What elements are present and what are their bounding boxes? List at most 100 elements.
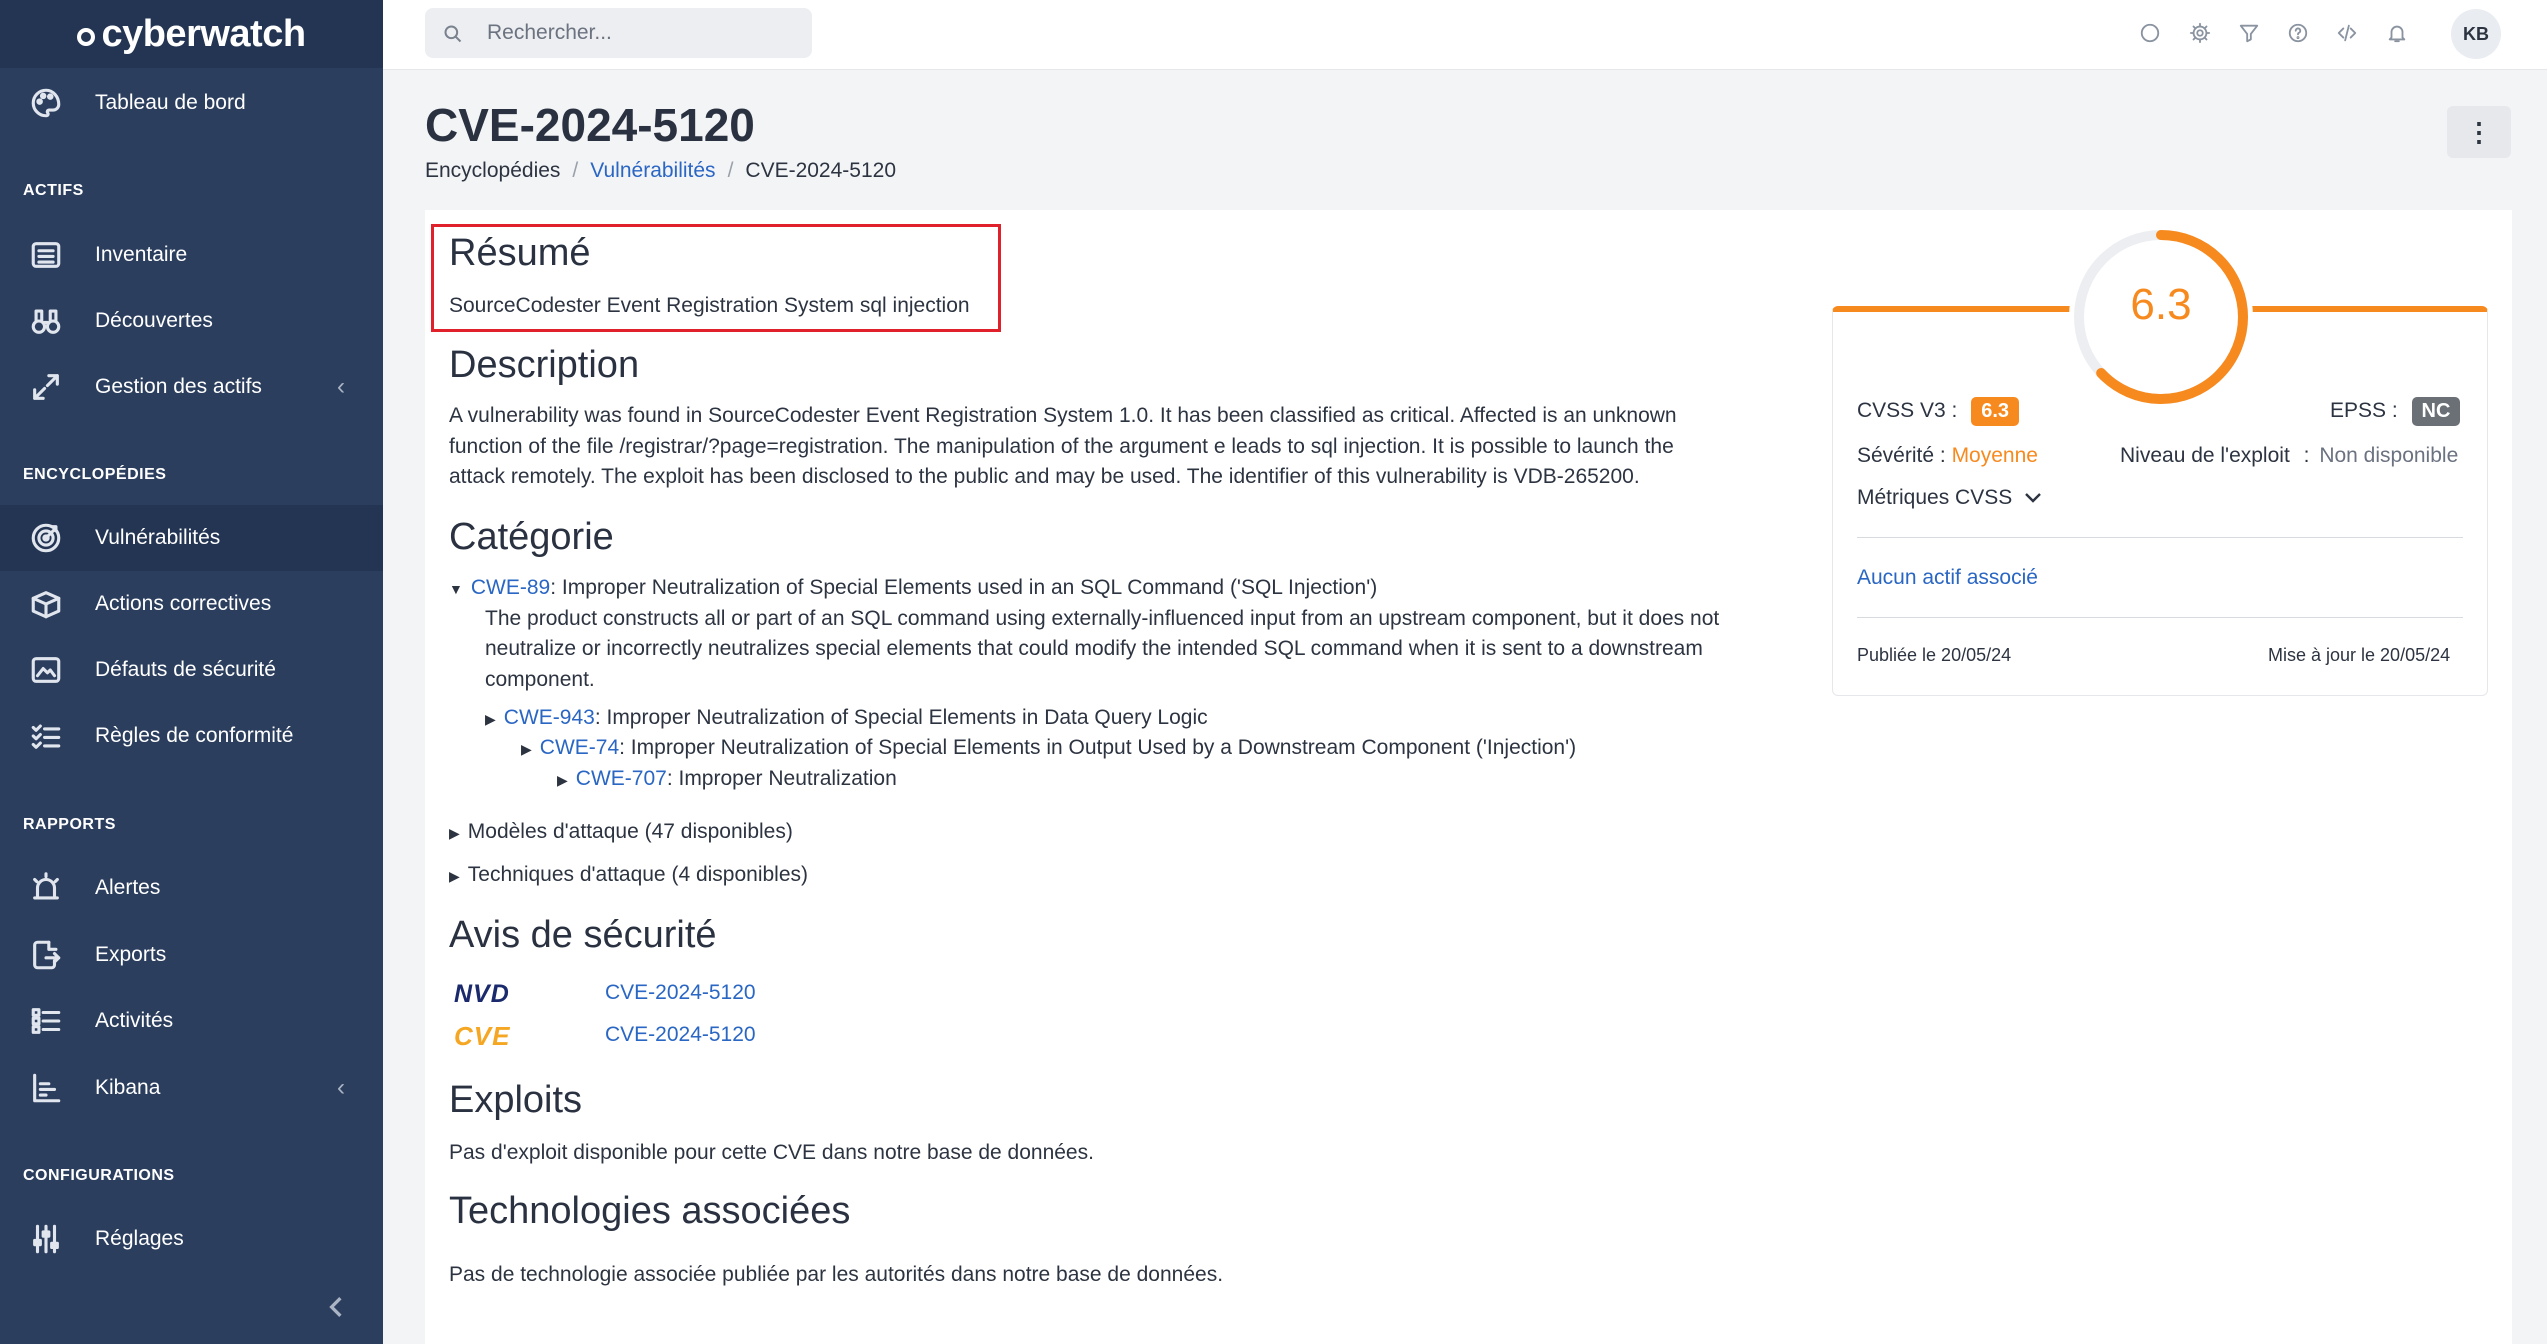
avis-heading: Avis de sécurité <box>449 914 717 956</box>
sidebar-item-label: Règles de conformité <box>95 724 294 747</box>
sidebar-item-label: Activités <box>95 1009 174 1032</box>
filter-icon[interactable] <box>2236 20 2262 46</box>
cvss-label: CVSS V3 : <box>1857 399 1958 422</box>
cwe-name: : Improper Neutralization of Special Ele… <box>594 706 1208 729</box>
breadcrumb-link[interactable]: Vulnérabilités <box>590 159 715 183</box>
nvd-advisory-link[interactable]: CVE-2024-5120 <box>605 981 756 1005</box>
description-line: function of the file /registrar/?page=re… <box>449 435 1674 458</box>
updated-date: Mise à jour le 20/05/24 <box>2268 645 2451 665</box>
kebab-icon: ⋮ <box>2466 117 2492 147</box>
code-icon[interactable] <box>2334 20 2360 46</box>
chevron-left-icon: ‹ <box>337 1074 345 1101</box>
cyberwatch-logo[interactable]: cyberwatch <box>0 0 383 68</box>
cwe-description-line: component. <box>485 668 595 691</box>
tasks-icon <box>28 1003 64 1039</box>
exploit-level-value: Non disponible <box>2319 444 2459 467</box>
cwe-link[interactable]: CWE-707 <box>576 767 667 790</box>
description-line: A vulnerability was found in SourceCodes… <box>449 404 1677 427</box>
cwe-tree-item[interactable]: ▶ CWE-943: Improper Neutralization of Spe… <box>485 706 1208 730</box>
caret-down-icon: ▼ <box>449 581 463 597</box>
cwe-link[interactable]: CWE-943 <box>504 706 595 729</box>
section-configurations: CONFIGURATIONS <box>23 1167 175 1184</box>
sidebar-item-alertes[interactable]: Alertes <box>0 855 383 921</box>
sidebar-item-activites[interactable]: Activités <box>0 988 383 1054</box>
metriques-cvss-toggle[interactable]: Métriques CVSS <box>1857 486 2042 510</box>
section-rapports: RAPPORTS <box>23 816 116 833</box>
search-box[interactable] <box>425 8 812 58</box>
cvss-row: CVSS V3 : 6.3 <box>1857 397 2020 426</box>
chevron-down-icon <box>2025 493 2041 503</box>
panel-divider <box>1857 617 2463 618</box>
caret-right-icon: ▶ <box>449 868 460 884</box>
sidebar-item-actions-correctives[interactable]: Actions correctives <box>0 571 383 637</box>
exploit-level-label: Niveau de l'exploit <box>2120 444 2290 467</box>
palette-icon <box>28 85 64 121</box>
cwe-tree-item[interactable]: ▶ CWE-707: Improper Neutralization <box>557 767 897 791</box>
top-bar: KB <box>383 0 2547 70</box>
sidebar-item-label: Vulnérabilités <box>95 526 221 549</box>
list-icon <box>28 237 64 273</box>
circle-icon[interactable] <box>2137 20 2163 46</box>
sidebar: cyberwatch Tableau de bord ACTIFS Invent… <box>0 0 383 1344</box>
caret-right-icon: ▶ <box>485 711 496 727</box>
chevron-left-icon <box>329 1297 342 1317</box>
sidebar-item-inventaire[interactable]: Inventaire <box>0 222 383 288</box>
section-actifs: ACTIFS <box>23 182 84 199</box>
sidebar-item-label: Inventaire <box>95 243 188 266</box>
epss-label: EPSS : <box>2330 399 2398 422</box>
published-date: Publiée le 20/05/24 <box>1857 645 2012 665</box>
checklist-icon <box>28 718 64 754</box>
assets-link[interactable]: Aucun actif associé <box>1857 566 2038 590</box>
cwe-link[interactable]: CWE-89 <box>471 576 550 599</box>
cwe-tree-item[interactable]: ▶ CWE-74: Improper Neutralization of Spec… <box>521 736 1576 760</box>
modeles-attaque-label: Modèles d'attaque (47 disponibles) <box>467 820 793 843</box>
sidebar-item-vulnerabilites[interactable]: Vulnérabilités <box>0 505 383 571</box>
cwe-tree-item[interactable]: ▼ CWE-89: Improper Neutralization of Spec… <box>449 576 1377 600</box>
sidebar-item-decouvertes[interactable]: Découvertes <box>0 288 383 354</box>
panel-divider <box>1857 537 2463 538</box>
svg-text:CVE: CVE <box>454 1023 510 1049</box>
file-export-icon <box>28 937 64 973</box>
modeles-attaque-toggle[interactable]: ▶ Modèles d'attaque (47 disponibles) <box>449 820 793 844</box>
search-input[interactable] <box>487 8 787 58</box>
sidebar-item-tableau-de-bord[interactable]: Tableau de bord <box>0 70 383 136</box>
sidebar-item-reglages[interactable]: Réglages <box>0 1206 383 1272</box>
bell-icon[interactable] <box>2384 20 2410 46</box>
technologies-heading: Technologies associées <box>449 1190 851 1232</box>
more-actions-button[interactable]: ⋮ <box>2447 106 2511 158</box>
chevron-left-icon: ‹ <box>337 373 345 400</box>
cwe-link[interactable]: CWE-74 <box>540 736 619 759</box>
technologies-text: Pas de technologie associée publiée par … <box>449 1263 1224 1286</box>
breadcrumb-item: CVE-2024-5120 <box>745 159 897 182</box>
collapse-sidebar-button[interactable] <box>322 1290 350 1324</box>
caret-right-icon: ▶ <box>449 825 460 841</box>
cwe-description-line: neutralize or incorrectly neutralizes sp… <box>485 637 1703 660</box>
breadcrumb-separator: / <box>727 159 734 182</box>
cwe-name: : Improper Neutralization <box>666 767 897 790</box>
section-encyclopedies: ENCYCLOPÉDIES <box>23 466 167 483</box>
sidebar-item-regles-de-conformite[interactable]: Règles de conformité <box>0 703 383 769</box>
box-icon <box>28 586 64 622</box>
sidebar-item-label: Actions correctives <box>95 592 272 615</box>
sidebar-item-exports[interactable]: Exports <box>0 922 383 988</box>
categorie-heading: Catégorie <box>449 516 614 558</box>
cvss-badge: 6.3 <box>1971 397 2020 426</box>
sidebar-item-defauts-de-securite[interactable]: Défauts de sécurité <box>0 637 383 703</box>
sidebar-item-kibana[interactable]: Kibana ‹ <box>0 1055 383 1121</box>
search-icon <box>444 25 462 43</box>
exploits-text: Pas d'exploit disponible pour cette CVE … <box>449 1141 1094 1164</box>
sidebar-item-label: Défauts de sécurité <box>95 658 276 681</box>
gear-icon[interactable] <box>2187 20 2213 46</box>
resume-text: SourceCodester Event Registration System… <box>449 294 970 317</box>
binoculars-icon <box>28 303 64 339</box>
sidebar-item-gestion-des-actifs[interactable]: Gestion des actifs ‹ <box>0 354 383 420</box>
sidebar-item-label: Exports <box>95 943 167 966</box>
avatar[interactable]: KB <box>2451 9 2501 59</box>
cve-advisory-link[interactable]: CVE-2024-5120 <box>605 1023 756 1047</box>
target-icon <box>28 520 64 556</box>
techniques-attaque-toggle[interactable]: ▶ Techniques d'attaque (4 disponibles) <box>449 863 808 887</box>
cwe-name: : Improper Neutralization of Special Ele… <box>619 736 1577 759</box>
siren-icon <box>28 870 64 906</box>
severite-label: Sévérité : <box>1857 444 1946 467</box>
help-icon[interactable] <box>2285 20 2311 46</box>
